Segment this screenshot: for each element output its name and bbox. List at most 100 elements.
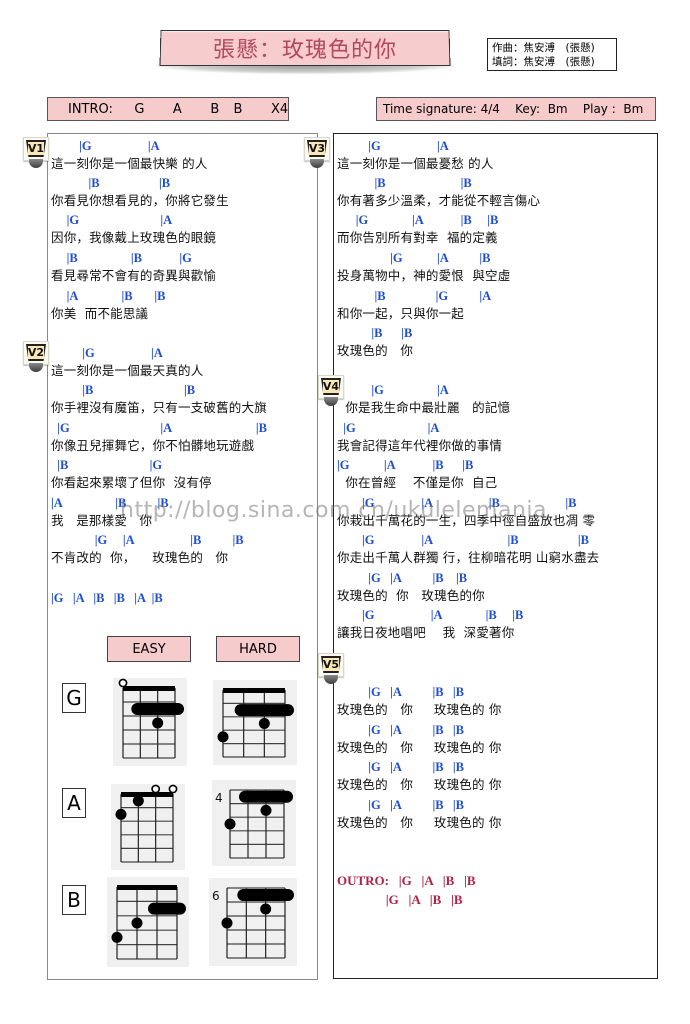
- outro-line-2: |G |A |B |B: [337, 892, 463, 907]
- finger-dot: [111, 931, 123, 943]
- lyric-line: 玫瑰色的 你 玫瑰色的你: [337, 588, 485, 603]
- nut: [121, 792, 173, 797]
- verse-marker-v3: V3: [304, 137, 330, 171]
- lyric-line: 你栽出千萬花的一生，四季中徑自盛放也凋 零: [337, 513, 596, 528]
- verse-label: V2: [27, 346, 45, 359]
- finger-dot: [260, 804, 272, 816]
- chord-diagram-svg: [111, 885, 186, 960]
- chord-line: |G |A |B |B: [337, 798, 464, 812]
- lyric-line: 因你，我像戴上玫瑰色的眼鏡: [51, 230, 217, 245]
- lyric-line: 這一刻你是一個最憂愁 的人: [337, 156, 494, 171]
- lyric-line: 投身萬物中，神的愛恨 與空虛: [337, 268, 511, 283]
- chord-line: |A |B |B: [51, 496, 169, 510]
- lyric-line: 你是我生命中最壯麗 的記憶: [337, 400, 511, 415]
- chord-name-b: B: [62, 885, 86, 915]
- hard-label: HARD: [216, 636, 300, 662]
- lyric-line: 你看見你想看見的，你將它發生: [51, 193, 229, 208]
- credits-box: 作曲：焦安溥 (張懸) 填詞：焦安溥 (張懸): [487, 38, 617, 71]
- lyric-line: 玫瑰色的 你 玫瑰色的 你: [337, 740, 502, 755]
- chord-diagram-b-hard: 6: [209, 878, 297, 966]
- chord-diagram-a-easy: [111, 784, 185, 870]
- chord-diagram-svg: [118, 678, 184, 759]
- chord-line: |B |B: [51, 176, 171, 190]
- chord-line: |B |B: [337, 176, 472, 190]
- open-string-marker: [168, 784, 178, 794]
- fret-number-label: 4: [215, 791, 223, 805]
- easy-label: EASY: [107, 636, 191, 662]
- chord-line: |B |B: [51, 383, 196, 397]
- chord-diagram-svg: 6: [212, 887, 294, 959]
- chord-line: |G |A: [337, 421, 440, 435]
- lyric-line: 你在曾經 不僅是你 自己: [337, 475, 498, 490]
- chord-line: |G |A |B |B: [337, 533, 589, 547]
- lyric-line: 你美 而不能思議: [51, 306, 149, 321]
- finger-dot: [115, 808, 127, 820]
- open-string-marker: [118, 678, 128, 688]
- finger-dot: [221, 917, 233, 929]
- verse-marker-v1: V1: [23, 137, 49, 171]
- chord-progression-line: |G |A |B |B |A |B: [51, 591, 163, 605]
- time-signature-box: Time signature: 4/4 Key: Bm Play : Bm: [376, 97, 656, 121]
- lyric-line: 玫瑰色的 你: [337, 343, 414, 358]
- chord-line: |G |A: [51, 139, 160, 153]
- song-title: 張懸：玫瑰色的你: [212, 38, 398, 64]
- finger-dot: [131, 917, 143, 929]
- outro-line-1: OUTRO: |G |A |B |B: [337, 873, 476, 888]
- chord-line: |G |A |B |B: [337, 723, 464, 737]
- barre: [234, 704, 294, 717]
- barre: [148, 902, 186, 915]
- chord-line: |B |B: [337, 326, 413, 340]
- finger-dot: [152, 717, 164, 729]
- finger-dot: [217, 731, 229, 743]
- chord-line: |G |A |B |B: [337, 496, 577, 510]
- chord-line: |G |A: [337, 383, 449, 397]
- lyric-line: 這一刻你是一個最快樂 的人: [51, 156, 208, 171]
- verse-marker-v2: V2: [23, 341, 49, 375]
- lyric-line: 我 是那樣愛 你: [51, 513, 153, 528]
- lyric-line: 你有著多少溫柔，才能從不輕言傷心: [337, 193, 541, 208]
- finger-dot: [132, 795, 144, 807]
- chord-line: |G |A |B |B: [337, 760, 464, 774]
- verse-label: V3: [308, 142, 326, 155]
- barre: [239, 790, 293, 803]
- chord-line: |G |A |B |B: [337, 571, 468, 585]
- chord-line: |G |A |B: [337, 251, 491, 265]
- barre: [131, 703, 184, 715]
- lyric-line: 而你告別所有對幸 福的定義: [337, 230, 498, 245]
- lyric-line: 你走出千萬人群獨 行，往柳暗花明 山窮水盡去: [337, 550, 600, 565]
- fret-number-label: 6: [212, 889, 220, 903]
- chord-line: |B |B |G: [51, 251, 192, 265]
- chord-diagram-b-easy: [107, 877, 189, 967]
- lyric-line: 看見尋常不會有的奇異與歡愉: [51, 268, 217, 283]
- lyric-line: 我會記得這年代裡你做的事情: [337, 438, 503, 453]
- lyricist-credit: 填詞：焦安溥 (張懸): [492, 56, 595, 68]
- lyric-line: 不肯改的 你， 玫瑰色的 你: [51, 550, 229, 565]
- song-title-banner: 張懸：玫瑰色的你: [156, 30, 454, 74]
- lyric-line: 玫瑰色的 你 玫瑰色的 你: [337, 702, 502, 717]
- chord-line: |G |A |B |B: [337, 685, 464, 699]
- open-string-marker: [151, 784, 161, 794]
- chord-diagram-a-hard: 4: [212, 780, 296, 866]
- chord-line: |G |A |B |B: [337, 458, 474, 472]
- chord-line: |G |A: [51, 213, 173, 227]
- chord-line: |B |G |A: [337, 289, 492, 303]
- chord-line: |G |A |B |B: [51, 533, 244, 547]
- barre: [237, 889, 294, 901]
- lyric-line: 和你一起，只與你一起: [337, 306, 465, 321]
- finger-dot: [224, 818, 236, 830]
- nut: [223, 688, 285, 693]
- chord-line: |G |A |B: [51, 421, 267, 435]
- chord-line: |B |G: [51, 458, 163, 472]
- verse-label: V1: [27, 142, 45, 155]
- lyric-line: 你看起來累壞了但你 沒有停: [51, 475, 212, 490]
- composer-credit: 作曲：焦安溥 (張懸): [492, 42, 595, 54]
- chord-line: |A |B |B: [51, 289, 166, 303]
- chord-name-a: A: [62, 788, 86, 818]
- chord-diagram-g-hard: [213, 680, 297, 765]
- finger-dot: [258, 718, 270, 729]
- lyric-line: 讓我日夜地唱吧 我 深愛著你: [337, 625, 515, 640]
- nut: [117, 885, 177, 890]
- lyric-line: 你手裡沒有魔笛，只有一支破舊的大旗: [51, 400, 267, 415]
- chord-diagram-g-easy: [113, 678, 187, 766]
- chord-line: |G |A |B |B: [337, 608, 524, 622]
